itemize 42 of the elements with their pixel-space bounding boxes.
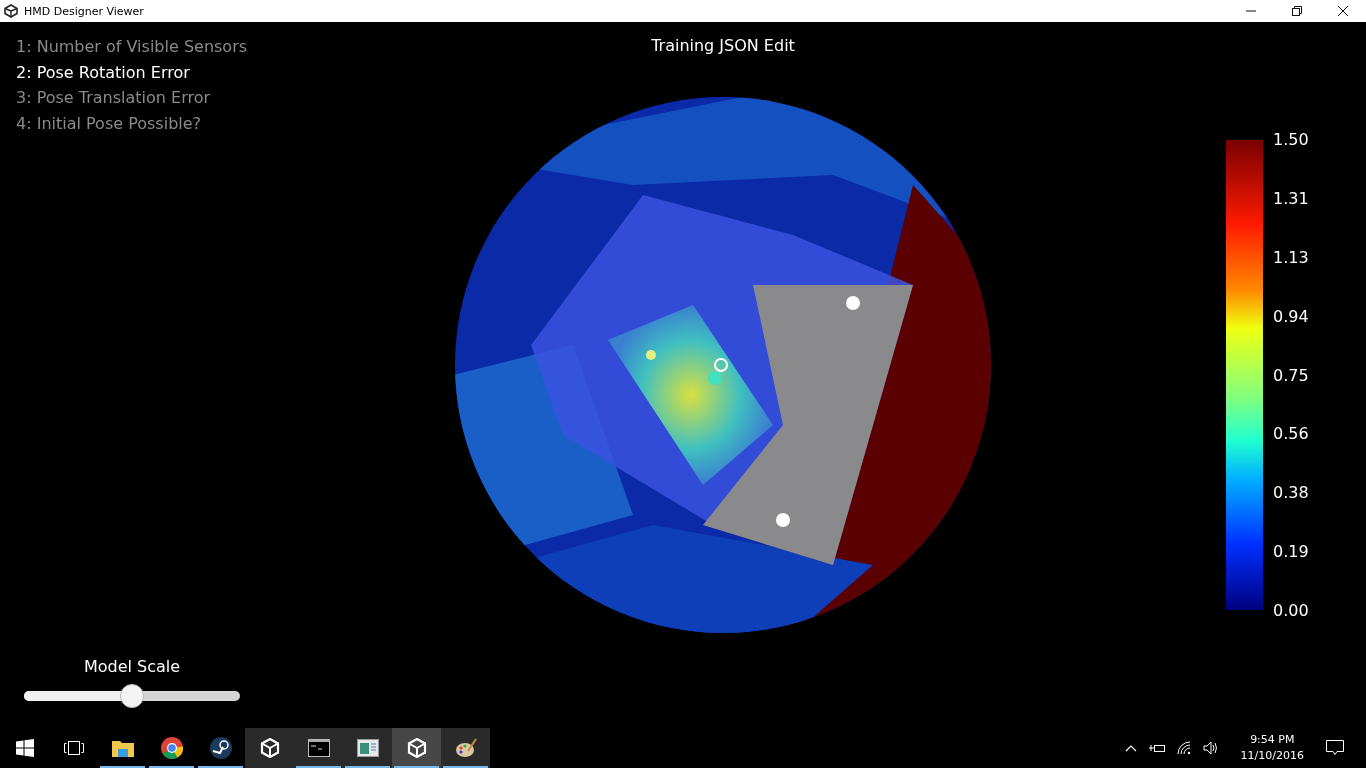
scale-label: 0.94 (1273, 306, 1309, 326)
window-title: HMD Designer Viewer (24, 4, 144, 18)
scale-label: 1.50 (1273, 130, 1309, 149)
taskbar-app[interactable] (245, 728, 294, 768)
taskbar-app[interactable] (392, 728, 441, 768)
slider-label: Model Scale (83, 657, 181, 676)
volume-icon[interactable] (1202, 741, 1219, 755)
mode-option[interactable]: 1: Number of Visible Sensors (16, 34, 300, 60)
taskbar-app[interactable] (343, 728, 392, 768)
window-app-icon (356, 739, 379, 757)
wifi-icon[interactable] (1176, 741, 1191, 755)
task-view-icon (63, 740, 84, 756)
folder-icon (111, 739, 134, 757)
chevron-up-icon[interactable] (1124, 744, 1137, 752)
mode-option[interactable]: 3: Pose Translation Error (16, 85, 300, 111)
scale-label: 1.31 (1273, 188, 1309, 208)
cube-logo-icon (406, 738, 427, 758)
scale-label: 0.00 (1273, 601, 1309, 620)
scale-label: 0.38 (1273, 483, 1309, 503)
paint-palette-icon (454, 737, 477, 759)
scale-label: 1.13 (1273, 247, 1309, 267)
close-icon[interactable] (1338, 6, 1348, 16)
clock-date[interactable]: 11/10/2016 (1240, 748, 1304, 764)
scale-label: 0.56 (1273, 424, 1309, 444)
maximize-icon[interactable] (1292, 6, 1302, 16)
clock-time[interactable]: 9:54 PM (1250, 732, 1295, 748)
slider-thumb[interactable] (120, 684, 144, 708)
windows-logo-icon (15, 739, 34, 757)
view-title: Training JSON Edit (651, 36, 795, 55)
taskbar-app[interactable] (441, 728, 490, 768)
steam-icon (209, 737, 232, 759)
app-logo-icon (4, 4, 18, 18)
cube-logo-icon (259, 738, 280, 758)
scale-label: 0.19 (1273, 542, 1309, 562)
notification-icon[interactable] (1326, 740, 1344, 756)
mode-option[interactable]: 4: Initial Pose Possible? (16, 110, 300, 137)
browser-icon (160, 737, 183, 759)
terminal-icon (307, 739, 330, 757)
scale-label: 0.75 (1273, 365, 1309, 385)
battery-icon[interactable] (1148, 742, 1165, 754)
slider-track[interactable] (24, 684, 240, 708)
mode-option[interactable]: 2: Pose Rotation Error (16, 59, 300, 86)
